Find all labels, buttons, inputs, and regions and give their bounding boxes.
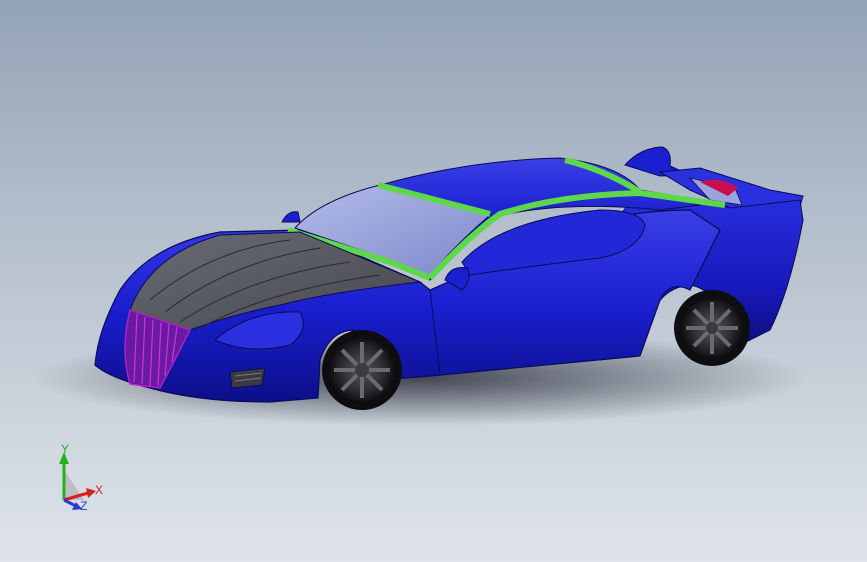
coordinate-triad: Y X Z [48, 440, 118, 515]
triad-y-label: Y [61, 442, 70, 456]
hood-ornament [281, 211, 301, 223]
car-model-3d-view[interactable] [0, 0, 867, 562]
triad-z-label: Z [80, 499, 88, 513]
front-wheel [322, 330, 402, 410]
graphics-viewport[interactable]: Y X Z [0, 0, 867, 562]
triad-x-label: X [95, 483, 104, 497]
front-vent [229, 367, 266, 389]
rear-wheel [674, 290, 750, 366]
